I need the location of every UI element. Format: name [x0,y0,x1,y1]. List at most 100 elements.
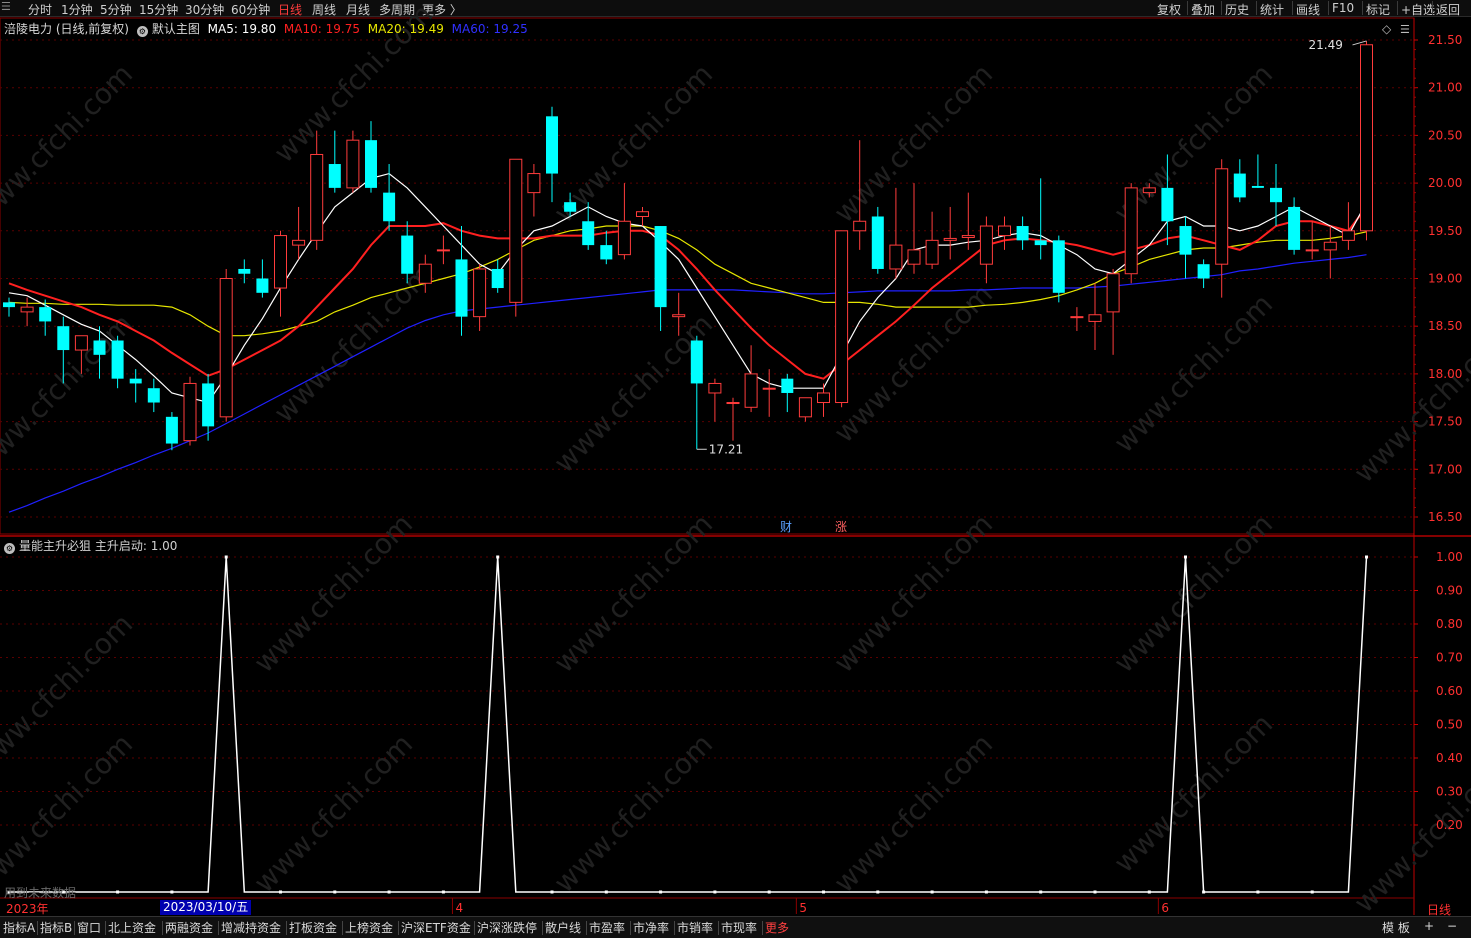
candle[interactable] [871,206,884,274]
candle[interactable] [1124,183,1138,284]
candle[interactable] [1034,178,1047,260]
settings-circle-icon[interactable]: ⚙ [136,26,148,37]
bottom-tab[interactable]: 指标B [40,919,72,936]
candle-body [961,235,975,238]
low-price-label: 17.21 [709,442,743,456]
bottom-tab[interactable]: 沪深涨跌停 [477,919,537,936]
candle[interactable] [383,164,396,231]
candle[interactable] [39,299,52,336]
candle-body [1215,168,1229,265]
candle[interactable] [617,183,631,260]
diamond-icon[interactable]: ◇ [1382,22,1392,36]
candle[interactable] [1179,216,1192,279]
candle[interactable] [292,206,306,260]
candle[interactable] [1215,159,1229,298]
bottom-tab[interactable]: 市盈率 [589,919,625,936]
zoom-in-button[interactable]: + [1424,919,1434,933]
candle[interactable] [147,378,160,413]
candle[interactable] [527,164,541,217]
candle[interactable] [256,259,269,298]
bottom-tab[interactable]: 打板资金 [289,919,337,936]
candle[interactable] [509,158,523,317]
candle-body [943,237,957,241]
bottom-tab[interactable]: 市现率 [721,919,757,936]
candle[interactable] [835,230,849,408]
candle[interactable] [600,230,613,265]
candle[interactable] [943,206,957,260]
bottom-tab[interactable]: 北上资金 [108,919,156,936]
candle[interactable] [1106,268,1120,355]
candle[interactable] [165,412,178,451]
candle[interactable] [1270,164,1282,227]
candle[interactable] [1197,259,1210,289]
candle[interactable] [491,259,504,293]
candle[interactable] [346,130,360,193]
candle[interactable] [238,259,251,284]
candle[interactable] [654,226,667,331]
candle-body [93,340,106,355]
candle[interactable] [744,345,758,413]
zoom-out-button[interactable]: − [1447,919,1457,933]
bottom-tab[interactable]: 市净率 [633,919,669,936]
candle[interactable] [762,369,776,417]
tab-divider [398,921,399,935]
candle-body [418,263,432,284]
event-badge[interactable]: 财 [780,520,792,534]
candle[interactable] [636,206,649,227]
candle[interactable] [979,216,993,284]
event-badge[interactable]: 涨 [835,519,847,534]
bottom-tab[interactable]: 增减持资金 [221,919,281,936]
candle[interactable] [907,183,921,274]
month-label: 6 [1161,901,1169,915]
indicator-settings-icon[interactable]: ⚙ [4,543,15,554]
candle[interactable] [708,378,722,422]
bottom-tab[interactable]: 两融资金 [165,919,213,936]
candle-body [564,202,577,212]
candle-body [20,306,34,313]
candle[interactable] [1360,40,1373,241]
candle[interactable] [20,297,34,327]
candle[interactable] [111,335,124,389]
candle[interactable] [690,335,703,450]
candle[interactable] [328,130,341,193]
candle[interactable] [310,130,324,250]
candle[interactable] [1323,226,1337,279]
bottom-tab[interactable]: 市销率 [677,919,713,936]
candle[interactable] [1052,235,1065,303]
candle[interactable] [889,187,903,279]
bottom-tab[interactable]: 散户线 [545,919,581,936]
candle[interactable] [781,373,794,413]
candle[interactable] [1016,216,1029,250]
template-label[interactable]: 默认主图 [152,22,200,36]
candle[interactable] [998,216,1011,250]
candle[interactable] [1070,307,1084,331]
candle[interactable] [798,397,812,422]
menu-icon[interactable]: ☰ [1400,23,1410,36]
candle[interactable] [219,268,233,422]
main-chart[interactable]: www.cfchi.com www.cfchi.com www.cfchi.com w… [0,0,1471,938]
bottom-tab[interactable]: 指标A [3,919,35,936]
bottom-tab[interactable]: 沪深ETF资金 [401,919,471,936]
candle-body [1052,240,1065,293]
candle[interactable] [1288,197,1301,255]
candle[interactable] [274,230,287,317]
candle-body [654,226,667,308]
candle[interactable] [1233,159,1246,203]
candle[interactable] [183,376,197,446]
candle[interactable] [546,106,558,203]
candle[interactable] [925,211,939,269]
bottom-tab[interactable]: 更多 [765,919,789,936]
indicator-point [1365,555,1368,559]
candle[interactable] [3,297,15,317]
bottom-tab[interactable]: 窗口 [77,919,101,936]
candle[interactable] [726,397,740,441]
candle[interactable] [473,264,487,331]
candle[interactable] [455,226,468,336]
candle[interactable] [1251,154,1264,188]
candle[interactable] [436,235,450,265]
bottom-tab[interactable]: 上榜资金 [345,919,393,936]
candle[interactable] [365,121,377,193]
indicator-label[interactable]: 量能主升必狙 [19,539,91,553]
candle[interactable] [1088,283,1102,351]
template-button[interactable]: 模 板 [1382,919,1410,936]
